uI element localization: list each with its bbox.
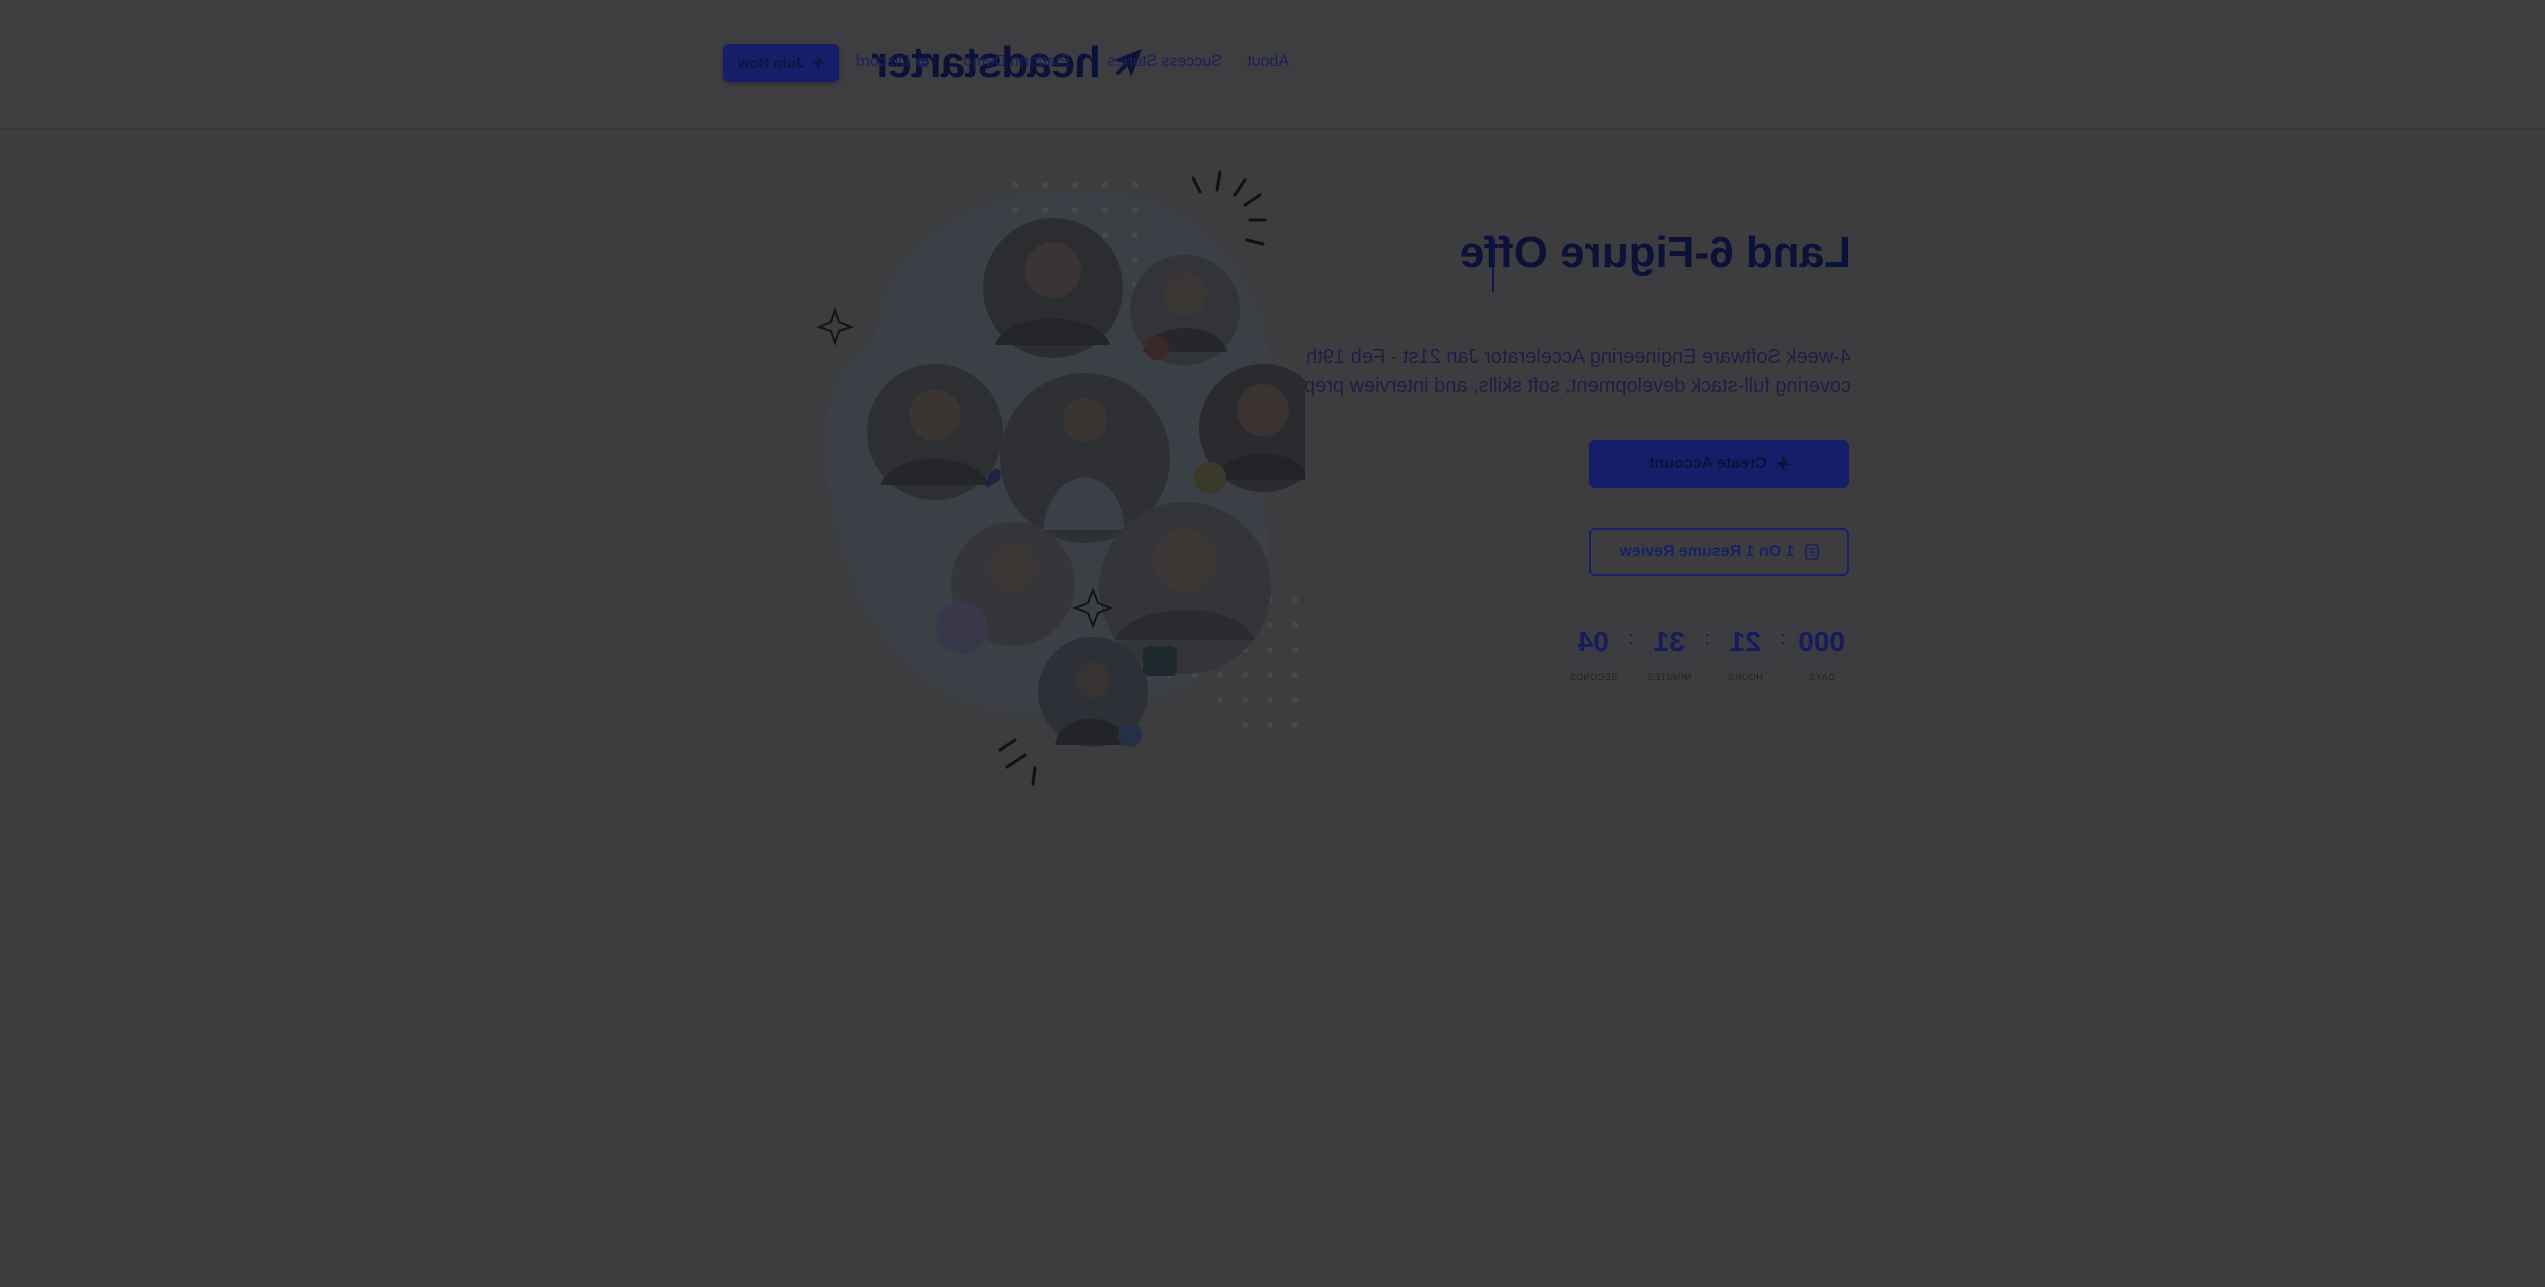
countdown-days: 000 DAYS [1794,620,1849,682]
countdown-seconds-label: SECONDS [1569,672,1618,682]
countdown-separator: : [1780,628,1786,648]
join-now-button[interactable]: Join Now [723,44,839,82]
countdown-separator: : [1704,628,1710,648]
nav-about[interactable]: About [1247,53,1289,71]
alumni-photo [1130,255,1240,365]
countdown-hours-value: 21 [1718,620,1773,664]
countdown-timer: 000 DAYS : 21 HOURS : 31 MINUTES : 04 SE… [1566,620,1849,682]
hero-title: Land 6-Figure Offe [1459,228,1851,277]
lightning-icon [812,55,825,71]
lightning-icon [1776,456,1789,472]
alumni-photo [983,218,1123,358]
nav-platform-demo[interactable]: Platform Demo [963,53,1070,71]
page: headstarter About Success Stories Platfo… [0,0,2545,1287]
document-icon [1804,544,1819,560]
alumni-photo [1038,637,1148,747]
create-account-label: Create Account [1649,455,1767,472]
countdown-seconds: 04 SECONDS [1566,620,1621,682]
countdown-separator: : [1628,628,1634,648]
countdown-days-value: 000 [1794,620,1849,664]
typing-caret [1492,238,1494,292]
countdown-days-label: DAYS [1808,672,1835,682]
alumni-photo-collage [816,170,1305,786]
nav-discord-label: Discord [855,53,910,70]
site-header: headstarter About Success Stories Platfo… [0,0,2545,130]
countdown-hours: 21 HOURS [1718,620,1773,682]
hero-subtitle: 4-week Software Engineering Accelerator … [1298,346,1851,397]
sparkle-icon [816,306,854,347]
discord-icon [917,57,929,67]
nav-success-stories[interactable]: Success Stories [1107,53,1222,71]
countdown-hours-label: HOURS [1727,672,1763,682]
nav-discord[interactable]: Discord [856,53,930,71]
countdown-minutes-label: MINUTES [1647,672,1692,682]
countdown-minutes: 31 MINUTES [1642,620,1697,682]
burst-lines-decoration [998,738,1037,786]
resume-review-button[interactable]: 1 On 1 Resume Review [1589,528,1849,576]
resume-review-label: 1 On 1 Resume Review [1619,543,1795,560]
alumni-photo [867,364,1003,500]
countdown-minutes-value: 31 [1642,620,1697,664]
countdown-seconds-value: 04 [1566,620,1621,664]
create-account-button[interactable]: Create Account [1589,440,1849,488]
join-now-label: Join Now [737,54,805,72]
